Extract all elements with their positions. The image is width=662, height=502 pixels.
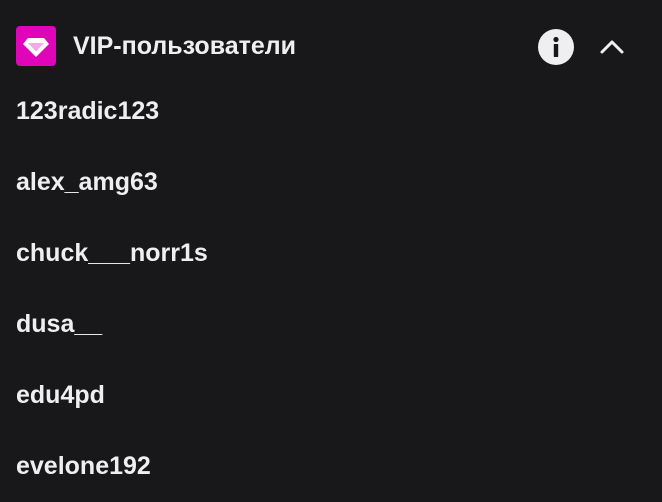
list-item[interactable]: evelone192 xyxy=(0,447,662,502)
username: 123radic123 xyxy=(16,97,160,125)
info-icon[interactable] xyxy=(538,29,574,65)
list-item[interactable]: chuck___norr1s xyxy=(0,234,662,305)
vip-section-header: VIP-пользователи xyxy=(0,0,662,92)
list-item[interactable]: alex_amg63 xyxy=(0,163,662,234)
username: chuck___norr1s xyxy=(16,239,208,267)
vip-gem-icon xyxy=(16,26,56,66)
list-item[interactable]: 123radic123 xyxy=(0,92,662,163)
username: dusa__ xyxy=(16,310,103,338)
list-item[interactable]: edu4pd xyxy=(0,376,662,447)
vip-user-list: 123radic123 alex_amg63 chuck___norr1s du… xyxy=(0,92,662,502)
chevron-up-icon[interactable] xyxy=(594,29,630,65)
username: edu4pd xyxy=(16,381,105,409)
vip-users-panel: VIP-пользователи 123radic123 alex_amg63 … xyxy=(0,0,662,502)
username: evelone192 xyxy=(16,452,151,480)
list-item[interactable]: dusa__ xyxy=(0,305,662,376)
username: alex_amg63 xyxy=(16,168,158,196)
section-title: VIP-пользователи xyxy=(73,32,297,60)
